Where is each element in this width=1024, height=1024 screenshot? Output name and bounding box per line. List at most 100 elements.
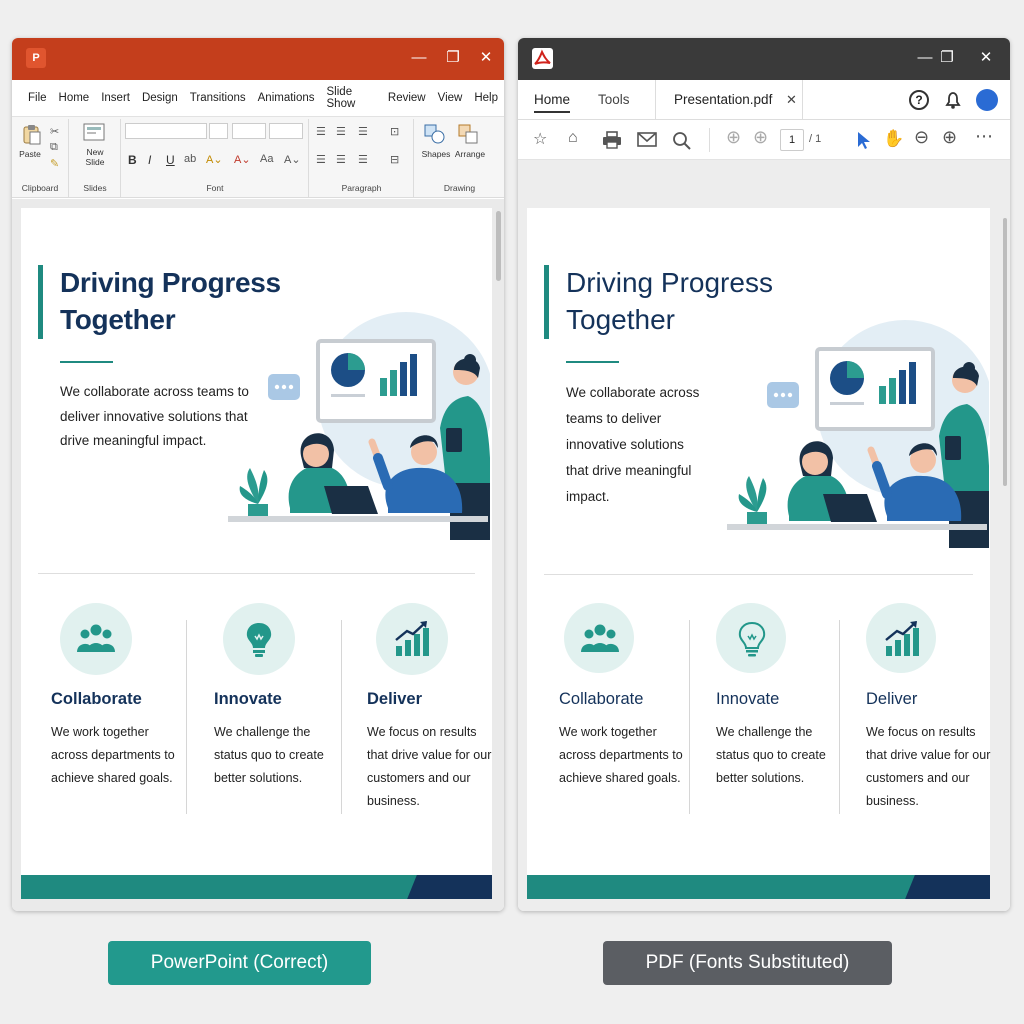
innovate-text: We challenge the status quo to create be… (214, 725, 324, 785)
zoom-out-icon[interactable]: ⊖ (914, 127, 929, 148)
people-group-icon (77, 624, 115, 652)
tab-document[interactable]: Presentation.pdf ✕ (655, 80, 803, 120)
innovate-icon-circle (716, 603, 786, 673)
zoom-in-icon[interactable]: ⊕ (942, 127, 957, 148)
help-icon[interactable]: ? (909, 90, 929, 110)
footer-accent (407, 875, 492, 899)
column-separator (839, 620, 840, 814)
pillar-innovate: Innovate We challenge the status quo to … (201, 603, 351, 823)
shapes-icon[interactable] (423, 123, 447, 145)
paste-icon[interactable] (22, 123, 42, 145)
collaborate-title: Collaborate (51, 690, 142, 708)
close-icon[interactable]: ✕ (475, 49, 497, 67)
tab-view[interactable]: View (432, 92, 469, 104)
slide-intro-text[interactable]: We collaborate across teams to deliver i… (60, 380, 250, 454)
tab-slide-show[interactable]: Slide Show (321, 86, 382, 110)
hand-tool-icon[interactable]: ✋ (883, 129, 904, 149)
select-cursor-icon[interactable] (857, 131, 871, 150)
font-size-icon[interactable]: Aa (260, 153, 273, 165)
lightbulb-icon (246, 623, 272, 657)
font-color-icon[interactable]: A⌄ (234, 153, 251, 166)
column-separator (341, 620, 342, 814)
copy-icon[interactable]: ⧉ (50, 141, 58, 154)
vertical-scrollbar[interactable] (1003, 218, 1007, 486)
slide-editor-canvas: Driving Progress Together We collaborate… (12, 199, 504, 911)
collaborate-text: We work together across departments to a… (559, 725, 683, 785)
font-shrink-box[interactable] (269, 123, 303, 139)
cut-icon[interactable]: ✂ (50, 125, 59, 138)
columns-icon[interactable]: ⊟ (390, 153, 399, 166)
pdf-page[interactable]: Driving Progress Together We collaborate… (527, 208, 990, 899)
close-tab-icon[interactable]: ✕ (786, 92, 797, 108)
highlight-icon[interactable]: A⌄ (206, 153, 223, 166)
maximize-icon[interactable]: ❐ (442, 49, 464, 67)
bookmark-star-icon[interactable]: ☆ (533, 129, 547, 149)
vertical-scrollbar[interactable] (496, 211, 501, 281)
clear-format-icon[interactable]: A⌄ (284, 153, 301, 166)
font-size-box[interactable] (209, 123, 228, 139)
page-number-input[interactable]: 1 (780, 129, 804, 151)
email-icon[interactable] (637, 132, 657, 148)
tab-animations[interactable]: Animations (252, 92, 321, 104)
section-divider (544, 574, 973, 575)
minimize-icon[interactable]: — (408, 49, 430, 67)
align-center-icon[interactable]: ☰ (336, 153, 346, 166)
arrange-icon[interactable] (457, 123, 481, 145)
paste-button[interactable]: Paste (17, 149, 43, 159)
font-name-box[interactable] (125, 123, 207, 139)
tab-help[interactable]: Help (468, 92, 504, 104)
title-accent-bar (544, 265, 549, 339)
tab-insert[interactable]: Insert (95, 92, 136, 104)
align-right-icon[interactable]: ☰ (358, 153, 368, 166)
italic-button[interactable]: I (148, 153, 151, 167)
indent-icon[interactable]: ☰ (358, 125, 368, 138)
tab-file[interactable]: File (22, 92, 53, 104)
pillar-deliver: Deliver We focus on results that drive v… (851, 603, 1001, 823)
collaborate-text: We work together across departments to a… (51, 725, 175, 785)
tab-review[interactable]: Review (382, 92, 432, 104)
next-page-icon[interactable]: ⊕ (753, 127, 768, 148)
print-icon[interactable] (602, 131, 622, 149)
search-icon[interactable] (672, 131, 691, 150)
slide-intro-text: We collaborate across teams to deliver i… (566, 385, 700, 504)
more-options-icon[interactable]: ⋯ (975, 126, 993, 147)
slides-group: New Slide Slides (70, 119, 121, 197)
tab-tools[interactable]: Tools (598, 92, 630, 107)
avatar[interactable] (976, 89, 998, 111)
tab-home[interactable]: Home (53, 92, 96, 104)
align-left-icon[interactable]: ☰ (316, 153, 326, 166)
title-underline (566, 361, 619, 363)
shapes-button[interactable]: Shapes (419, 149, 453, 159)
deliver-title: Deliver (866, 690, 918, 708)
team-illustration (727, 320, 989, 548)
font-grow-box[interactable] (232, 123, 266, 139)
home-icon[interactable]: ⌂ (568, 129, 578, 147)
powerpoint-caption: PowerPoint (Correct) (108, 941, 371, 985)
close-icon[interactable]: ✕ (975, 49, 997, 67)
new-slide-icon[interactable] (83, 123, 105, 141)
notification-bell-icon[interactable] (943, 90, 963, 110)
minimize-icon[interactable]: — (914, 49, 936, 67)
underline-button[interactable]: U (166, 153, 175, 167)
clipboard-group: Paste ✂ ⧉ ✎ Clipboard (12, 119, 69, 197)
previous-page-icon[interactable]: ⊕ (726, 127, 741, 148)
slide[interactable]: Driving Progress Together We collaborate… (21, 208, 492, 899)
deliver-text: We focus on results that drive value for… (866, 725, 991, 808)
bullets-icon[interactable]: ☰ (316, 125, 326, 138)
maximize-icon[interactable]: ❐ (936, 49, 958, 67)
collaborate-title: Collaborate (559, 690, 644, 708)
deliver-icon-circle (376, 603, 448, 675)
tab-design[interactable]: Design (136, 92, 184, 104)
numbering-icon[interactable]: ☰ (336, 125, 346, 138)
format-painter-icon[interactable]: ✎ (50, 157, 59, 170)
arrange-button[interactable]: Arrange (451, 149, 489, 159)
paragraph-group: ☰ ☰ ☰ ⊡ ☰ ☰ ☰ ⊟ Paragraph (310, 119, 414, 197)
tab-home[interactable]: Home (534, 92, 571, 113)
pdf-titlebar: — ❐ ✕ (518, 38, 1010, 80)
footer-accent (905, 875, 990, 899)
text-direction-icon[interactable]: ⊡ (390, 125, 399, 138)
new-slide-button[interactable]: New Slide (78, 147, 112, 167)
strikethrough-icon[interactable]: ab (184, 153, 196, 165)
bold-button[interactable]: B (128, 153, 137, 167)
tab-transitions[interactable]: Transitions (184, 92, 252, 104)
